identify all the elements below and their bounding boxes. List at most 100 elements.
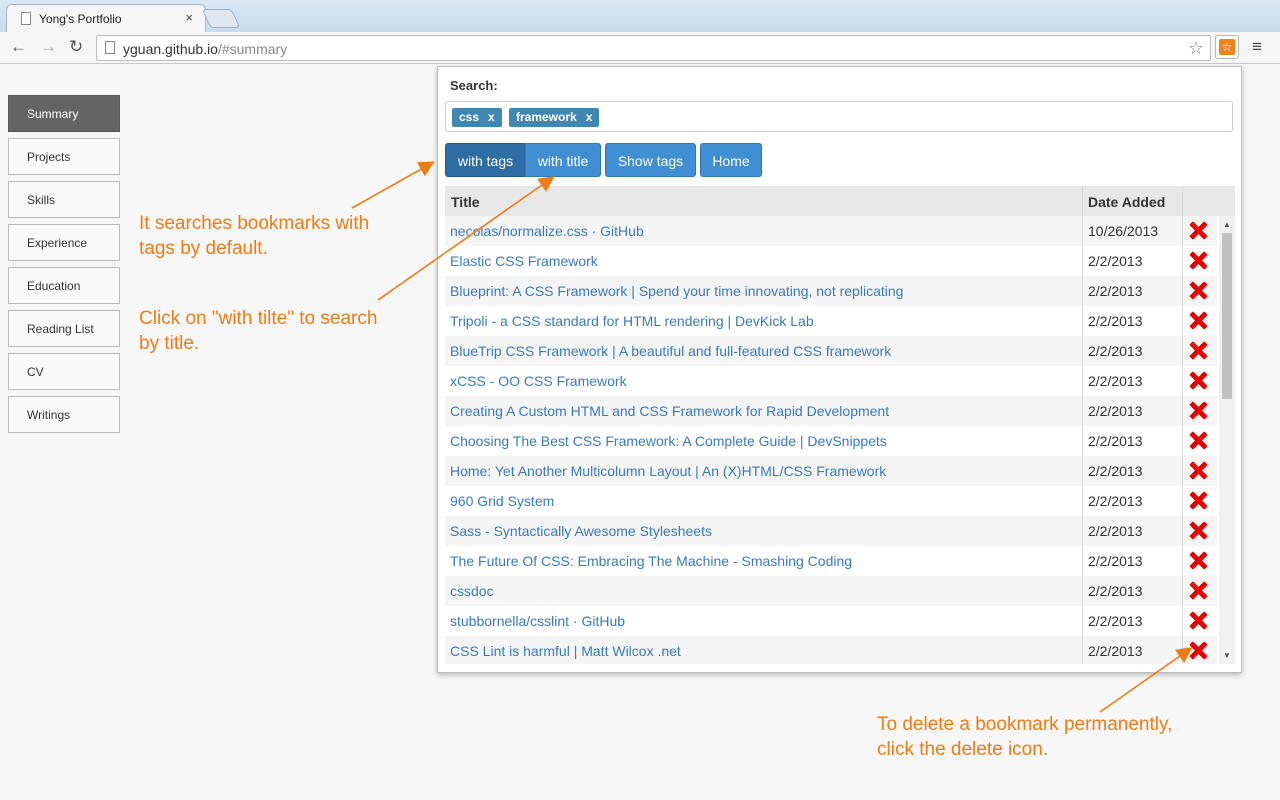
delete-icon[interactable] [1189, 611, 1207, 629]
bookmark-date: 2/2/2013 [1088, 253, 1143, 269]
column-header-date[interactable]: Date Added [1088, 194, 1165, 210]
delete-icon[interactable] [1189, 281, 1207, 299]
table-row: Tripoli - a CSS standard for HTML render… [445, 306, 1217, 336]
column-header-title[interactable]: Title [451, 194, 480, 210]
bookmark-date: 2/2/2013 [1088, 313, 1143, 329]
bookmark-title-link[interactable]: Home: Yet Another Multicolumn Layout | A… [450, 463, 886, 479]
bookmark-date: 2/2/2013 [1088, 373, 1143, 389]
delete-icon[interactable] [1189, 371, 1207, 389]
bookmark-title-link[interactable]: Choosing The Best CSS Framework: A Compl… [450, 433, 887, 449]
tag-search-input[interactable]: css x framework x [445, 101, 1233, 132]
sidebar-item-skills[interactable]: Skills [8, 181, 120, 218]
bookmark-date: 2/2/2013 [1088, 613, 1143, 629]
table-row: cssdoc 2/2/2013 [445, 576, 1217, 606]
show-tags-button[interactable]: Show tags [605, 143, 696, 177]
delete-icon[interactable] [1189, 641, 1207, 659]
bookmark-title-link[interactable]: Creating A Custom HTML and CSS Framework… [450, 403, 889, 419]
bookmark-date: 2/2/2013 [1088, 643, 1143, 659]
tag-label: framework [516, 110, 577, 124]
delete-icon[interactable] [1189, 341, 1207, 359]
forward-icon[interactable]: → [40, 37, 57, 57]
chrome-menu-icon[interactable]: ≡ [1252, 37, 1262, 57]
bookmark-title-link[interactable]: xCSS - OO CSS Framework [450, 373, 627, 389]
table-row: 960 Grid System 2/2/2013 [445, 486, 1217, 516]
table-row: necolas/normalize.css · GitHub 10/26/2013 [445, 216, 1217, 246]
annotation-delete: To delete a bookmark permanently, click … [877, 712, 1172, 762]
delete-icon[interactable] [1189, 461, 1207, 479]
table-row: stubbornella/csslint · GitHub 2/2/2013 [445, 606, 1217, 636]
table-row: Sass - Syntactically Awesome Stylesheets… [445, 516, 1217, 546]
delete-icon[interactable] [1189, 581, 1207, 599]
bookmark-table: Title Date Added necolas/normalize.css ·… [445, 186, 1235, 664]
annotation-line: It searches bookmarks with [139, 213, 370, 234]
with-tags-button[interactable]: with tags [445, 143, 526, 177]
tab-close-icon[interactable]: × [185, 10, 193, 25]
table-header: Title Date Added [445, 186, 1235, 216]
delete-icon[interactable] [1189, 251, 1207, 269]
delete-icon[interactable] [1189, 491, 1207, 509]
bookmark-extension-button[interactable]: ☆ [1215, 35, 1239, 59]
tag-remove-icon[interactable]: x [586, 110, 593, 124]
bookmark-title-link[interactable]: Tripoli - a CSS standard for HTML render… [450, 313, 814, 329]
bookmark-title-link[interactable]: 960 Grid System [450, 493, 554, 509]
sidebar-item-writings[interactable]: Writings [8, 396, 120, 433]
with-title-button[interactable]: with title [525, 143, 601, 177]
annotation-default-tags: It searches bookmarks with tags by defau… [139, 211, 369, 261]
scroll-down-icon[interactable]: ▼ [1223, 651, 1231, 660]
sidebar-item-experience[interactable]: Experience [8, 224, 120, 261]
address-bar[interactable]: yguan.github.io/#summary ☆ [96, 35, 1211, 61]
bookmark-title-link[interactable]: necolas/normalize.css · GitHub [450, 223, 644, 239]
sidebar-item-cv[interactable]: CV [8, 353, 120, 390]
column-divider [1182, 186, 1183, 664]
sidebar-item-projects[interactable]: Projects [8, 138, 120, 175]
annotation-line: click the delete icon. [877, 739, 1049, 760]
browser-tab[interactable]: Yong's Portfolio × [6, 4, 206, 32]
bookmark-date: 2/2/2013 [1088, 343, 1143, 359]
column-divider [1082, 186, 1083, 664]
tab-title: Yong's Portfolio [39, 12, 122, 26]
bookmark-date: 2/2/2013 [1088, 553, 1143, 569]
bookmark-popup: Search: css x framework x with tags with t… [437, 66, 1242, 673]
reload-icon[interactable]: ↻ [69, 37, 83, 57]
home-button[interactable]: Home [700, 143, 762, 177]
search-tag-css: css x [452, 108, 502, 127]
annotation-line: To delete a bookmark permanently, [877, 714, 1173, 735]
page-icon [21, 12, 31, 25]
sidebar-item-summary[interactable]: Summary [8, 95, 120, 132]
table-scrollbar[interactable]: ▲ ▼ [1219, 216, 1235, 664]
sidebar-item-education[interactable]: Education [8, 267, 120, 304]
scroll-up-icon[interactable]: ▲ [1223, 220, 1231, 229]
back-icon[interactable]: ← [10, 37, 27, 57]
bookmark-title-link[interactable]: Sass - Syntactically Awesome Stylesheets [450, 523, 712, 539]
delete-icon[interactable] [1189, 401, 1207, 419]
table-row: BlueTrip CSS Framework | A beautiful and… [445, 336, 1217, 366]
bookmark-title-link[interactable]: BlueTrip CSS Framework | A beautiful and… [450, 343, 891, 359]
delete-icon[interactable] [1189, 551, 1207, 569]
bookmark-title-link[interactable]: Elastic CSS Framework [450, 253, 598, 269]
tab-strip: Yong's Portfolio × [0, 0, 1280, 32]
table-row: Blueprint: A CSS Framework | Spend your … [445, 276, 1217, 306]
bookmark-date: 2/2/2013 [1088, 283, 1143, 299]
new-tab-button[interactable] [201, 9, 241, 28]
annotation-line: Click on "with tilte" to search [139, 308, 378, 329]
scrollbar-thumb[interactable] [1222, 233, 1232, 399]
delete-icon[interactable] [1189, 311, 1207, 329]
bookmark-title-link[interactable]: The Future Of CSS: Embracing The Machine… [450, 553, 852, 569]
tag-remove-icon[interactable]: x [488, 110, 495, 124]
bookmark-star-icon[interactable]: ☆ [1188, 38, 1204, 59]
delete-icon[interactable] [1189, 221, 1207, 239]
bookmark-title-link[interactable]: Blueprint: A CSS Framework | Spend your … [450, 283, 903, 299]
page-info-icon [105, 41, 115, 54]
browser-toolbar: ← → ↻ yguan.github.io/#summary ☆ ☆ ≡ [0, 32, 1280, 64]
sidebar-item-reading-list[interactable]: Reading List [8, 310, 120, 347]
table-row: Home: Yet Another Multicolumn Layout | A… [445, 456, 1217, 486]
bookmark-title-link[interactable]: stubbornella/csslint · GitHub [450, 613, 625, 629]
tag-label: css [459, 110, 480, 124]
search-tag-framework: framework x [509, 108, 600, 127]
bookmark-title-link[interactable]: CSS Lint is harmful | Matt Wilcox .net [450, 643, 681, 659]
table-body: necolas/normalize.css · GitHub 10/26/2013… [445, 216, 1217, 664]
delete-icon[interactable] [1189, 431, 1207, 449]
arrow-to-with-tags [351, 161, 435, 209]
bookmark-title-link[interactable]: cssdoc [450, 583, 494, 599]
delete-icon[interactable] [1189, 521, 1207, 539]
